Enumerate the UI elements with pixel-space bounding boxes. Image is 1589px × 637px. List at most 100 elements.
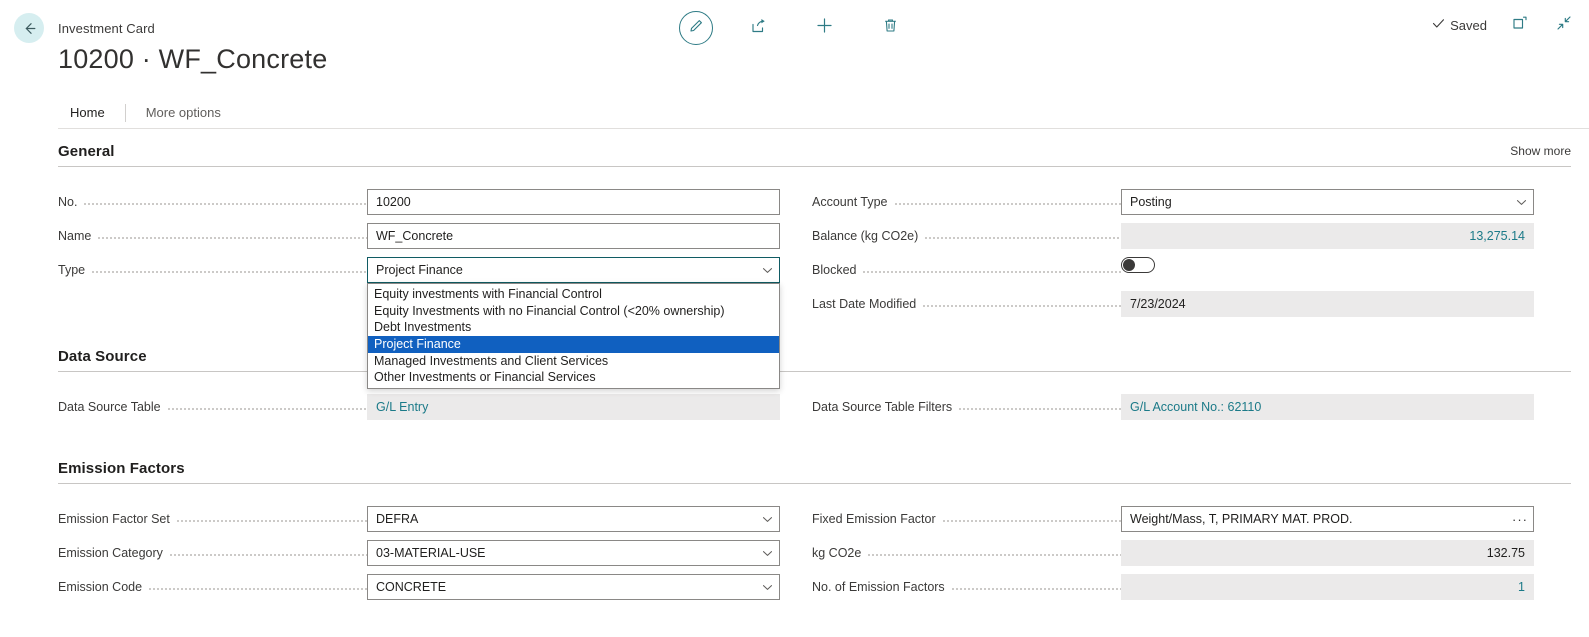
field-kg-co2e-control: 132.75	[1121, 540, 1534, 566]
dot-leader	[922, 300, 1121, 312]
field-kg-co2e-label: kg CO2e	[812, 546, 862, 560]
plus-icon	[815, 16, 834, 40]
collapse-arrows-icon	[1556, 15, 1572, 36]
show-more-link[interactable]: Show more	[1510, 144, 1571, 160]
field-data-source-table-control: G/L Entry	[367, 394, 780, 420]
ribbon-tabs: Home More options	[58, 96, 1589, 129]
page-header: Investment Card 10200 · WF_Concrete Save…	[0, 0, 1589, 92]
balance-value[interactable]: 13,275.14	[1121, 223, 1534, 249]
dropdown-option[interactable]: Equity investments with Financial Contro…	[368, 286, 779, 303]
pencil-icon	[688, 18, 704, 39]
field-account-type: Account Type Posting	[812, 189, 1534, 215]
page-title: 10200 · WF_Concrete	[58, 44, 328, 74]
field-fixed-emission-factor-label: Fixed Emission Factor	[812, 512, 936, 526]
back-button[interactable]	[14, 13, 44, 43]
no-of-emission-factors-value[interactable]: 1	[1121, 574, 1534, 600]
dropdown-option[interactable]: Equity Investments with no Financial Con…	[368, 303, 779, 320]
investment-card-page: Investment Card 10200 · WF_Concrete Save…	[0, 0, 1589, 637]
field-emission-category: Emission Category 03-MATERIAL-USE	[58, 540, 780, 566]
dot-leader	[83, 198, 367, 210]
header-right-actions: Saved	[1432, 14, 1575, 36]
general-fields: No. 10200 Name WF_Concrete Type Project …	[0, 189, 1589, 390]
field-account-type-control: Posting	[1121, 189, 1534, 215]
field-data-source-table-label: Data Source Table	[58, 400, 161, 414]
account-type-input[interactable]: Posting	[1121, 189, 1534, 215]
field-last-date-modified-label: Last Date Modified	[812, 297, 917, 311]
fixed-emission-factor-input[interactable]: Weight/Mass, T, PRIMARY MAT. PROD.	[1121, 506, 1534, 532]
data-source-section-header: Data Source	[58, 348, 1571, 371]
field-emission-factor-set-control: DEFRA	[367, 506, 780, 532]
field-type: Type Project Finance Equity investments …	[58, 257, 780, 390]
no-input[interactable]: 10200	[367, 189, 780, 215]
field-emission-factor-set-label: Emission Factor Set	[58, 512, 170, 526]
edit-button[interactable]	[678, 11, 713, 45]
field-type-control: Project Finance Equity investments with …	[367, 257, 780, 390]
dropdown-option[interactable]: Managed Investments and Client Services	[368, 353, 779, 370]
field-type-label: Type	[58, 263, 86, 277]
checkmark-icon	[1432, 17, 1445, 33]
blocked-toggle[interactable]	[1121, 257, 1155, 273]
emission-factor-set-input[interactable]: DEFRA	[367, 506, 780, 532]
field-balance-control: 13,275.14	[1121, 223, 1534, 249]
field-no-of-emission-factors-control: 1	[1121, 574, 1534, 600]
top-action-bar	[0, 8, 1589, 48]
emission-factors-section-rule	[58, 483, 1571, 484]
field-name-label: Name	[58, 229, 92, 243]
field-blocked-control	[1121, 257, 1534, 283]
field-fixed-emission-factor-control: Weight/Mass, T, PRIMARY MAT. PROD. ···	[1121, 506, 1534, 532]
open-in-new-window-button[interactable]	[1509, 14, 1531, 36]
field-emission-category-label: Emission Category	[58, 546, 163, 560]
emission-factors-section-title: Emission Factors	[58, 460, 185, 477]
dropdown-option[interactable]: Debt Investments	[368, 319, 779, 336]
share-button[interactable]	[739, 8, 779, 48]
field-no-control: 10200	[367, 189, 780, 215]
field-no-of-emission-factors-label: No. of Emission Factors	[812, 580, 945, 594]
field-emission-factor-set: Emission Factor Set DEFRA	[58, 506, 780, 532]
back-arrow-icon	[21, 20, 38, 37]
share-icon	[750, 17, 768, 40]
trash-icon	[882, 17, 899, 39]
general-section-title: General	[58, 143, 115, 160]
data-source-table-filters-value[interactable]: G/L Account No.: 62110	[1121, 394, 1534, 420]
data-source-section-rule	[58, 371, 1571, 372]
dot-leader	[893, 198, 1121, 210]
tab-more-options[interactable]: More options	[134, 99, 233, 126]
dot-leader	[97, 232, 367, 244]
data-source-table-value[interactable]: G/L Entry	[367, 394, 780, 420]
general-section-rule	[58, 166, 1571, 167]
dot-leader	[91, 266, 367, 278]
dot-leader	[168, 549, 367, 561]
dot-leader	[950, 583, 1121, 595]
emission-factors-left-column: Emission Factor Set DEFRA Emission Categ…	[58, 506, 780, 600]
field-emission-code: Emission Code CONCRETE	[58, 574, 780, 600]
data-source-right-column: Data Source Table Filters G/L Account No…	[812, 394, 1534, 420]
field-account-type-label: Account Type	[812, 195, 888, 209]
kg-co2e-value: 132.75	[1121, 540, 1534, 566]
field-fixed-emission-factor: Fixed Emission Factor Weight/Mass, T, PR…	[812, 506, 1534, 532]
dot-leader	[867, 549, 1121, 561]
last-date-modified-value: 7/23/2024	[1121, 291, 1534, 317]
emission-code-input[interactable]: CONCRETE	[367, 574, 780, 600]
field-emission-code-control: CONCRETE	[367, 574, 780, 600]
field-data-source-table-filters-label: Data Source Table Filters	[812, 400, 953, 414]
field-no-of-emission-factors: No. of Emission Factors 1	[812, 574, 1534, 600]
type-dropdown-list[interactable]: Equity investments with Financial Contro…	[367, 283, 780, 390]
dot-leader	[958, 403, 1121, 415]
assist-edit-button[interactable]: ···	[1512, 506, 1528, 532]
field-last-date-modified-control: 7/23/2024	[1121, 291, 1534, 317]
field-last-date-modified: Last Date Modified 7/23/2024	[812, 291, 1534, 317]
emission-category-input[interactable]: 03-MATERIAL-USE	[367, 540, 780, 566]
emission-factors-right-column: Fixed Emission Factor Weight/Mass, T, PR…	[812, 506, 1534, 600]
tab-home[interactable]: Home	[58, 99, 117, 126]
dropdown-option[interactable]: Other Investments or Financial Services	[368, 369, 779, 386]
general-section-header: General Show more	[58, 143, 1571, 166]
breadcrumb[interactable]: Investment Card	[58, 21, 155, 36]
dropdown-option-selected[interactable]: Project Finance	[368, 336, 779, 353]
field-emission-code-label: Emission Code	[58, 580, 143, 594]
type-input[interactable]: Project Finance	[367, 257, 780, 283]
collapse-button[interactable]	[1553, 14, 1575, 36]
new-button[interactable]	[805, 8, 845, 48]
name-input[interactable]: WF_Concrete	[367, 223, 780, 249]
delete-button[interactable]	[871, 8, 911, 48]
field-name-control: WF_Concrete	[367, 223, 780, 249]
